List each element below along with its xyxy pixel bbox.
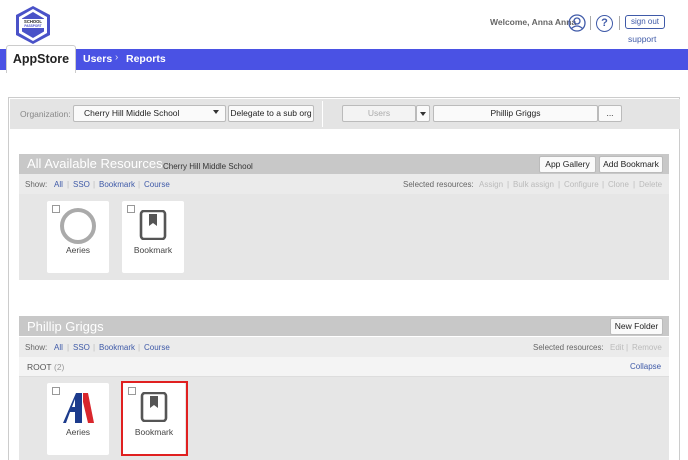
sign-out-button[interactable]: sign out — [625, 15, 665, 29]
collapse-link[interactable]: Collapse — [630, 362, 661, 371]
user-resources-body — [19, 377, 669, 460]
filter-sso-link[interactable]: SSO — [73, 343, 90, 352]
more-options-button[interactable]: ... — [598, 105, 622, 122]
root-folder-count: (2) — [54, 362, 65, 372]
available-resources-title: All Available Resources — [27, 156, 163, 171]
header-divider — [590, 16, 591, 30]
aeries-circle-icon — [60, 208, 96, 244]
show-label: Show: — [25, 180, 48, 189]
selected-resources-label: Selected resources: — [403, 180, 474, 189]
support-link[interactable]: support — [628, 34, 656, 44]
school-passport-logo[interactable]: SCHOOL PASSPORT — [14, 5, 52, 45]
selected-resources-label: Selected resources: — [533, 343, 604, 352]
tile-checkbox[interactable] — [52, 387, 60, 395]
new-folder-button[interactable]: New Folder — [610, 318, 663, 335]
tile-label: Aeries — [65, 245, 91, 255]
bookmark-icon — [139, 210, 167, 240]
tile-label: Bookmark — [133, 245, 173, 255]
clone-action[interactable]: Clone — [608, 180, 629, 189]
tile-checkbox[interactable] — [127, 205, 135, 213]
filter-separator: | — [67, 343, 70, 352]
highlight-outline — [121, 381, 188, 456]
person-select[interactable]: Phillip Griggs — [433, 105, 598, 122]
resource-tile-aeries[interactable]: Aeries — [47, 201, 109, 273]
filter-bookmark-link[interactable]: Bookmark — [99, 180, 135, 189]
available-resources-org: Cherry Hill Middle School — [163, 162, 253, 171]
resource-tile-aeries[interactable]: Aeries — [47, 383, 109, 455]
nav-rule — [0, 69, 688, 70]
user-circle-icon[interactable] — [568, 14, 586, 32]
action-separator: | — [558, 180, 561, 189]
configure-action[interactable]: Configure — [564, 180, 599, 189]
tile-label: Aeries — [65, 427, 91, 437]
assign-action[interactable]: Assign — [479, 180, 503, 189]
nav-reports-link[interactable]: Reports — [126, 53, 166, 65]
action-separator: | — [626, 343, 629, 352]
root-folder-label: ROOT — [27, 362, 52, 372]
nav-separator: › — [115, 52, 119, 63]
chevron-down-icon — [420, 112, 426, 116]
help-circle-icon[interactable]: ? — [596, 15, 613, 32]
add-bookmark-button[interactable]: Add Bookmark — [599, 156, 663, 173]
filter-bookmark-link[interactable]: Bookmark — [99, 343, 135, 352]
filter-course-link[interactable]: Course — [144, 343, 170, 352]
filter-separator: | — [93, 343, 96, 352]
filter-all-link[interactable]: All — [54, 180, 63, 189]
toolbar-divider — [322, 101, 323, 127]
action-separator: | — [507, 180, 510, 189]
user-section-header — [19, 316, 669, 336]
show-label: Show: — [25, 343, 48, 352]
resource-tile-bookmark[interactable]: Bookmark — [122, 201, 184, 273]
action-separator: | — [633, 180, 636, 189]
app-gallery-button[interactable]: App Gallery — [539, 156, 596, 173]
filter-all-link[interactable]: All — [54, 343, 63, 352]
tab-appstore[interactable]: AppStore — [6, 45, 76, 73]
users-select[interactable]: Users — [342, 105, 416, 122]
organization-label: Organization: — [20, 109, 71, 119]
remove-action[interactable]: Remove — [632, 343, 662, 352]
root-folder-row[interactable] — [19, 357, 669, 377]
filter-sso-link[interactable]: SSO — [73, 180, 90, 189]
nav-users-link[interactable]: Users — [83, 53, 112, 65]
delegate-sub-org-button[interactable]: Delegate to a sub org — [228, 105, 314, 122]
welcome-text: Welcome, Anna Anna — [490, 17, 577, 27]
filter-separator: | — [67, 180, 70, 189]
header-divider — [619, 16, 620, 30]
aeries-a-logo-icon — [63, 393, 94, 423]
chevron-down-icon — [213, 110, 219, 114]
filter-separator: | — [138, 180, 141, 189]
edit-action[interactable]: Edit — [610, 343, 624, 352]
organization-select[interactable]: Cherry Hill Middle School — [73, 105, 226, 122]
available-resources-body — [19, 194, 669, 280]
filter-separator: | — [138, 343, 141, 352]
action-separator: | — [602, 180, 605, 189]
filter-separator: | — [93, 180, 96, 189]
bulk-assign-action[interactable]: Bulk assign — [513, 180, 554, 189]
logo-text-passport: PASSPORT — [24, 24, 41, 28]
filter-course-link[interactable]: Course — [144, 180, 170, 189]
delete-action[interactable]: Delete — [639, 180, 662, 189]
user-section-title: Phillip Griggs — [27, 319, 104, 334]
